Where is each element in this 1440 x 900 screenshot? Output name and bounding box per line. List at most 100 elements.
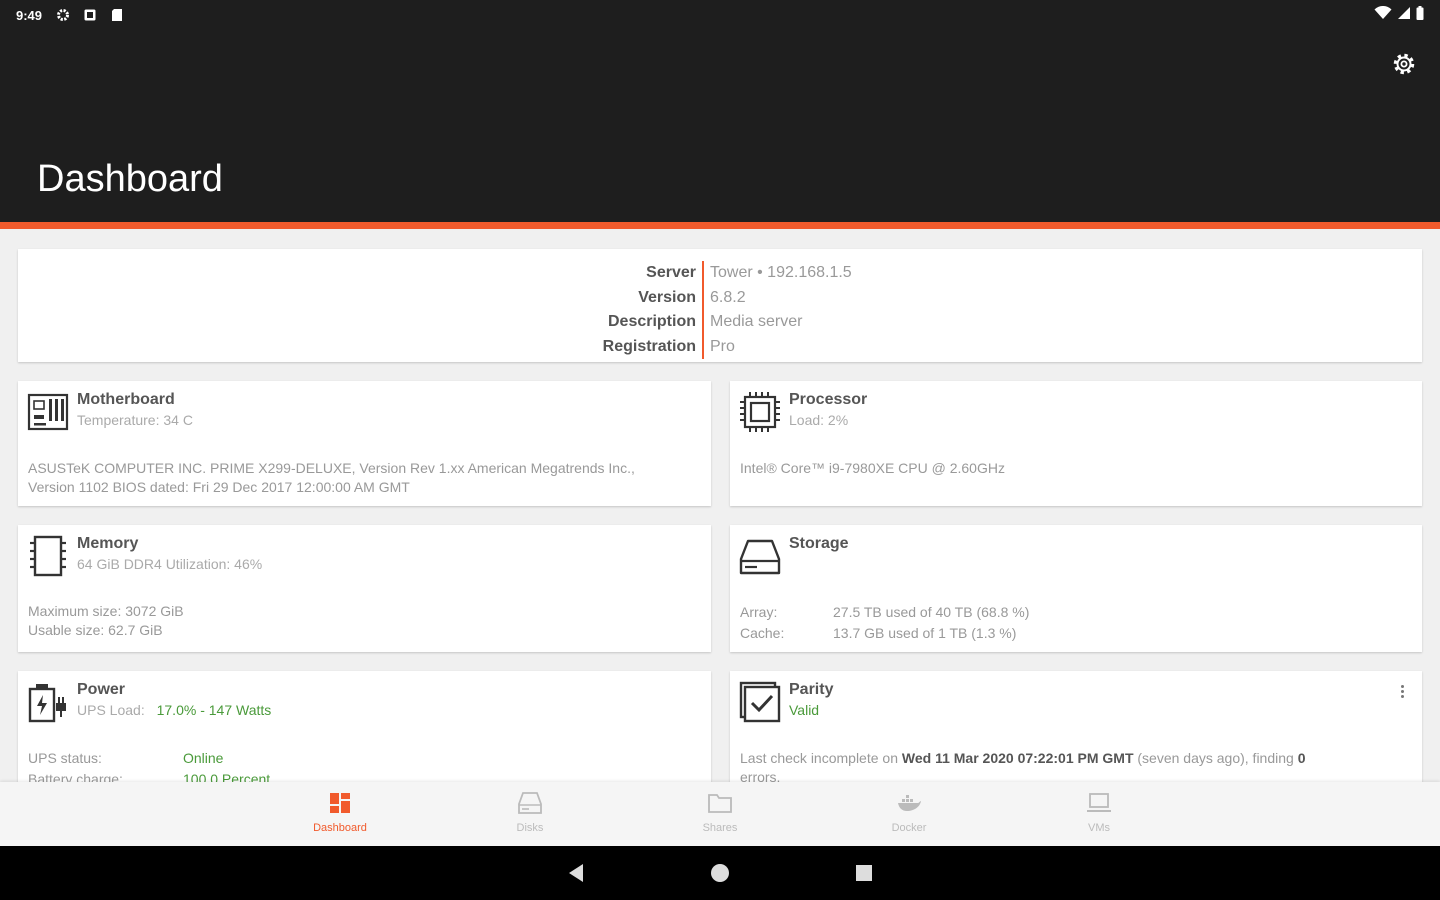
battery-charge-row: Battery charge: 100.0 Percent [28,769,270,782]
parity-card[interactable]: Parity Valid Last check incomplete on We… [730,671,1422,782]
motherboard-temperature: Temperature: 34 C [77,412,193,428]
processor-load: Load: 2% [789,412,849,428]
storage-array-value: 27.5 TB used of 40 TB (68.8 %) [833,604,1030,620]
disks-icon [518,792,542,814]
motherboard-details: ASUSTeK COMPUTER INC. PRIME X299-DELUXE,… [28,459,635,497]
status-bar: 9:49 [0,0,1440,30]
processor-model: Intel® Core™ i9-7980XE CPU @ 2.60GHz [740,460,1005,476]
version-key: Version [638,288,696,306]
back-icon[interactable] [565,862,587,884]
notification-status-icon [83,8,97,22]
bottom-navigation: Dashboard Disks Shares Docker VMs [0,782,1440,846]
recents-icon[interactable] [853,862,875,884]
ups-status-row: UPS status: Online [28,748,270,769]
storage-cache-label: Cache: [740,625,785,641]
motherboard-title: Motherboard [77,391,175,408]
docker-whale-icon [898,795,921,811]
parity-last-check-date: Wed 11 Mar 2020 07:22:01 PM GMT [901,750,1134,766]
more-vert-icon-dot [1400,694,1404,698]
battery-charge-value: 100.0 Percent [183,771,271,782]
parity-status: Valid [789,702,820,718]
page-title: Dashboard [37,158,223,200]
memory-max-size: Maximum size: 3072 GiB [28,603,184,619]
memory-title: Memory [77,535,139,552]
storage-title: Storage [789,535,849,552]
app-bar: Dashboard [0,30,1440,222]
wifi-icon [1374,5,1392,25]
parity-title: Parity [789,681,834,698]
server-info-table: Server Tower • 192.168.1.5 Version 6.8.2… [18,261,1422,359]
dashboard-content[interactable]: Server Tower • 192.168.1.5 Version 6.8.2… [0,229,1440,782]
storage-cache-value: 13.7 GB used of 1 TB (1.3 %) [833,625,1017,641]
ups-status-label: UPS status: [28,750,102,766]
battery-charge-label: Battery charge: [28,771,123,782]
motherboard-line: Version 1102 BIOS dated: Fri 29 Dec 2017… [28,479,410,495]
more-vert-icon [1400,684,1404,688]
processor-title: Processor [789,391,868,408]
nav-label: Shares [702,822,738,834]
storage-array-label: Array: [740,604,778,620]
memory-icon [30,535,66,577]
power-title: Power [77,681,126,698]
parity-error-count: 0 [1297,750,1306,766]
registration-row: Registration Pro [18,334,1422,359]
description-value: Media server [710,313,803,331]
hard-drive-icon [739,539,781,575]
motherboard-icon [27,393,69,431]
nav-label: VMs [1088,822,1110,834]
description-key: Description [607,313,696,331]
ups-battery-icon [28,684,66,723]
nav-item-shares[interactable]: Shares [660,790,780,834]
storage-card[interactable]: Storage Array: 27.5 TB used of 40 TB (68… [730,525,1422,652]
ups-load-label: UPS Load: [77,702,145,718]
motherboard-line: ASUSTeK COMPUTER INC. PRIME X299-DELUXE,… [28,460,635,476]
server-key: Server [646,264,696,282]
storage-details: Array: 27.5 TB used of 40 TB (68.8 %) Ca… [740,602,1029,644]
memory-usable-size: Usable size: 62.7 GiB [28,622,163,638]
more-vert-icon-dot [1400,689,1404,693]
parity-more-button[interactable] [1394,681,1410,701]
registration-key: Registration [602,337,696,355]
status-time: 9:49 [16,7,43,23]
dashboard-icon [330,793,350,813]
processor-details: Intel® Core™ i9-7980XE CPU @ 2.60GHz [740,459,1005,478]
nav-label: Docker [891,822,927,834]
folder-icon [708,794,732,813]
processor-card[interactable]: Processor Load: 2% Intel® Core™ i9-7980X… [730,381,1422,506]
memory-summary: 64 GiB DDR4 Utilization: 46% [77,556,263,572]
memory-details: Maximum size: 3072 GiB Usable size: 62.7… [28,602,184,640]
nav-label: Disks [516,822,544,834]
parity-check-icon [739,681,781,723]
system-navigation-bar [0,846,1440,900]
home-icon[interactable] [709,862,731,884]
power-load: UPS Load: 17.0% - 147 Watts [77,702,271,718]
nav-item-vms[interactable]: VMs [1039,790,1159,834]
version-row: Version 6.8.2 [18,285,1422,310]
settings-status-icon [56,8,70,22]
version-value: 6.8.2 [710,288,746,306]
parity-text-suffix: errors. [740,769,781,782]
laptop-icon [1087,793,1111,812]
settings-button[interactable] [1390,50,1418,78]
power-card[interactable]: Power UPS Load: 17.0% - 147 Watts UPS st… [18,671,711,782]
processor-icon [740,392,780,432]
ups-load-value: 17.0% - 147 Watts [156,702,272,718]
motherboard-card[interactable]: Motherboard Temperature: 34 C ASUSTeK CO… [18,381,711,506]
description-row: Description Media server [18,310,1422,335]
nav-label: Dashboard [313,822,367,834]
power-details: UPS status: Online Battery charge: 100.0… [28,748,270,782]
registration-value: Pro [710,337,735,355]
server-info-card: Server Tower • 192.168.1.5 Version 6.8.2… [18,249,1422,362]
nav-item-dashboard[interactable]: Dashboard [280,790,400,834]
memory-card[interactable]: Memory 64 GiB DDR4 Utilization: 46% Maxi… [18,525,711,652]
signal-icon [1398,6,1410,25]
nav-item-docker[interactable]: Docker [849,790,969,834]
ups-status-value: Online [183,750,224,766]
gear-icon [1393,53,1415,75]
storage-array-row: Array: 27.5 TB used of 40 TB (68.8 %) [740,602,1029,623]
nav-item-disks[interactable]: Disks [470,790,590,834]
server-value: Tower • 192.168.1.5 [710,264,852,282]
accent-divider [0,222,1440,229]
parity-text-prefix: Last check incomplete on [740,750,902,766]
sd-card-status-icon [110,8,124,22]
